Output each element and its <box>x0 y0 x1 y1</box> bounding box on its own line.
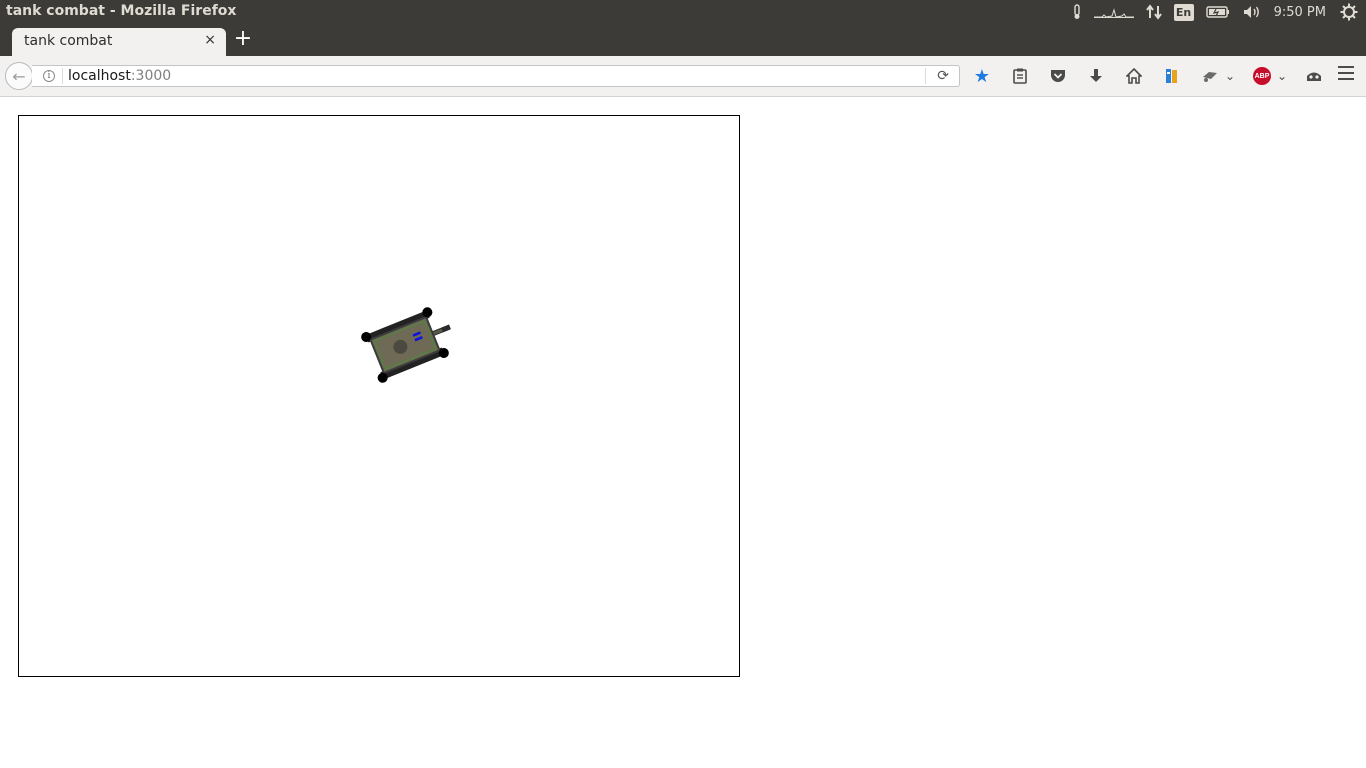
game-canvas[interactable] <box>18 115 740 677</box>
clock[interactable]: 9:50 PM <box>1274 0 1326 24</box>
home-icon[interactable] <box>1122 64 1146 88</box>
extension-dropdown-chevron-icon[interactable]: ⌄ <box>1224 64 1236 88</box>
reload-separator <box>925 68 926 84</box>
download-icon[interactable] <box>1084 64 1108 88</box>
bookmark-star-icon[interactable]: ★ <box>970 64 994 88</box>
back-button[interactable]: ← <box>5 62 33 90</box>
adblock-dropdown-chevron-icon[interactable]: ⌄ <box>1276 64 1288 88</box>
system-top-panel: tank combat - Mozilla Firefox En 9:50 PM <box>0 0 1366 24</box>
player-tank <box>361 307 451 383</box>
toolbar-icons: ★ ⌄ ABP ⌄ <box>970 64 1340 88</box>
new-tab-button[interactable]: + <box>233 27 253 51</box>
close-tab-icon[interactable]: × <box>204 32 216 48</box>
indicator-area: En 9:50 PM <box>1072 0 1366 24</box>
extension-icon[interactable] <box>1198 64 1222 88</box>
reading-list-icon[interactable] <box>1008 64 1032 88</box>
site-info-icon[interactable]: i <box>43 70 55 82</box>
network-icon[interactable] <box>1145 0 1162 24</box>
url-host: localhost <box>68 68 131 84</box>
url-port: :3000 <box>130 68 172 84</box>
tab-label: tank combat <box>24 33 113 49</box>
url-separator <box>62 68 63 84</box>
url-bar[interactable]: i localhost:3000 ⟳ <box>32 65 960 87</box>
thermometer-icon[interactable] <box>1072 0 1082 24</box>
hamburger-menu-icon[interactable] <box>1338 66 1354 82</box>
tab-tank-combat[interactable]: tank combat × <box>12 28 226 56</box>
tab-strip: tank combat × <box>0 24 1366 56</box>
window-title: tank combat - Mozilla Firefox <box>6 3 237 19</box>
system-monitor-icon[interactable] <box>1093 0 1134 24</box>
language-label: En <box>1173 3 1194 21</box>
pocket-icon[interactable] <box>1046 64 1070 88</box>
adblock-icon[interactable]: ABP <box>1250 64 1274 88</box>
game-scene <box>361 307 451 383</box>
battery-icon[interactable] <box>1205 0 1230 24</box>
power-settings-icon[interactable] <box>1340 0 1358 24</box>
adblock-badge: ABP <box>1253 67 1271 85</box>
reload-icon[interactable]: ⟳ <box>937 68 949 84</box>
volume-icon[interactable] <box>1242 0 1262 24</box>
keyboard-language-icon[interactable]: En <box>1173 0 1194 24</box>
navigation-toolbar: ← i localhost:3000 ⟳ ★ ⌄ ABP ⌄ <box>0 56 1366 97</box>
library-icon[interactable] <box>1160 64 1184 88</box>
url-text[interactable]: localhost:3000 <box>68 68 171 84</box>
account-icon[interactable] <box>1302 64 1326 88</box>
